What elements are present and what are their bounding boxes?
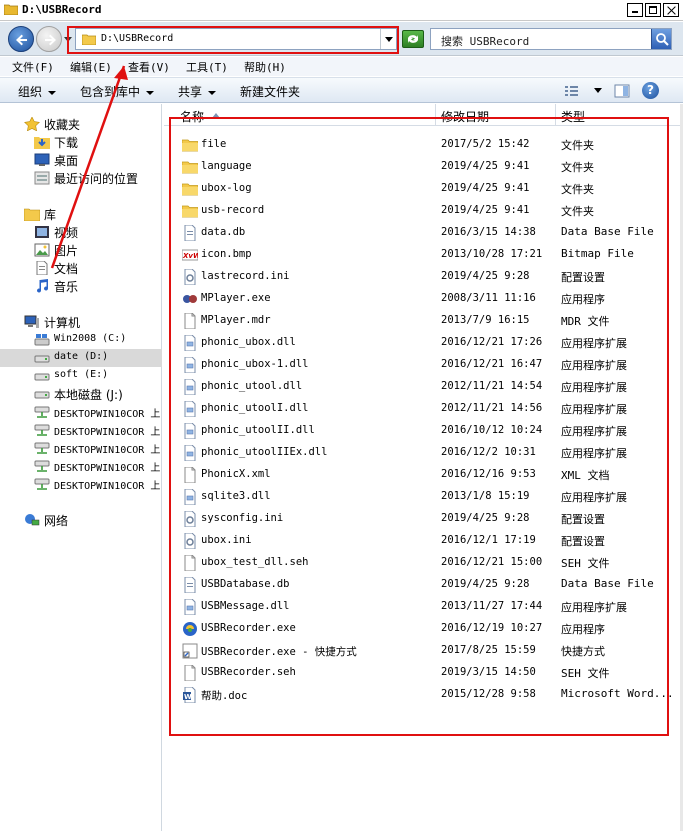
annotation-arrow [50,65,128,269]
